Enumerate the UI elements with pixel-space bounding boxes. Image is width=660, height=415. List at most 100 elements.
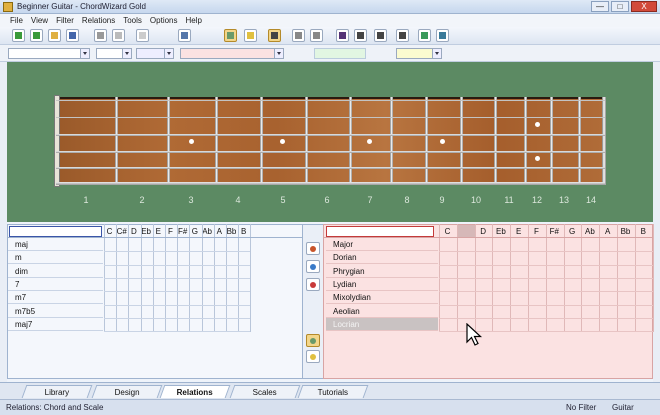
tab-library[interactable]: Library: [21, 385, 93, 398]
chord-type-item[interactable]: m7: [8, 291, 103, 305]
fret-wire: [524, 97, 527, 185]
chord-type-item[interactable]: m: [8, 251, 103, 265]
open-icon[interactable]: [48, 29, 61, 42]
scale-mode-item[interactable]: Lydian: [326, 278, 438, 291]
tab-notation-icon[interactable]: [354, 29, 367, 42]
tab-tutorials[interactable]: Tutorials: [297, 385, 369, 398]
scale-mode-item[interactable]: Mixolydian: [326, 291, 438, 305]
chord-search-input[interactable]: [9, 226, 102, 237]
zoom-in-icon[interactable]: [418, 29, 431, 42]
grid-line: [652, 224, 654, 332]
cut-icon[interactable]: [94, 29, 107, 42]
grid-line: [250, 224, 252, 332]
guitar-string[interactable]: [56, 167, 605, 170]
tab-scales[interactable]: Scales: [229, 385, 301, 398]
fret-number: 1: [83, 195, 89, 205]
scale-mode-item[interactable]: Dorian: [326, 251, 438, 265]
chord-type-item[interactable]: maj7: [8, 318, 103, 331]
key-select[interactable]: [8, 48, 90, 59]
menu-options[interactable]: Options: [150, 16, 178, 25]
score-icon[interactable]: [336, 29, 349, 42]
copy-icon[interactable]: [112, 29, 125, 42]
globe-red-icon[interactable]: [306, 278, 320, 291]
scale-mode-item[interactable]: Aeolian: [326, 305, 438, 318]
chord-type-item[interactable]: dim: [8, 265, 103, 278]
tab-relations[interactable]: Relations: [159, 385, 231, 398]
globe-blue-icon[interactable]: [306, 260, 320, 273]
fret-number: 8: [404, 195, 410, 205]
scale-mode-item[interactable]: Locrian: [326, 317, 438, 331]
grid-line: [104, 317, 251, 319]
inlay-dot: [280, 139, 285, 144]
guitar-string[interactable]: [56, 117, 605, 119]
fret-number: 9: [439, 195, 445, 205]
minimize-button[interactable]: —: [591, 1, 609, 12]
fret-wire: [215, 97, 218, 185]
inlay-dot: [440, 139, 445, 144]
new-icon[interactable]: [12, 29, 25, 42]
grid-line: [439, 317, 653, 319]
fretboard[interactable]: [58, 97, 604, 185]
tab-bar: Library Design Relations Scales Tutorial…: [0, 382, 660, 399]
root-select[interactable]: [96, 48, 132, 59]
list-view-icon[interactable]: [310, 29, 323, 42]
grid-line: [104, 291, 251, 293]
staff-icon[interactable]: [396, 29, 409, 42]
inlay-dot: [534, 156, 540, 161]
status-instrument: Guitar: [612, 403, 634, 412]
tuning-field[interactable]: [314, 48, 366, 59]
pencil-icon[interactable]: [178, 29, 191, 42]
menu-help[interactable]: Help: [186, 16, 202, 25]
grid-view-icon[interactable]: [292, 29, 305, 42]
menu-view[interactable]: View: [31, 16, 48, 25]
fret-number: 12: [531, 195, 542, 205]
guitar-string[interactable]: [56, 151, 605, 153]
close-button[interactable]: X: [631, 1, 657, 12]
save-icon[interactable]: [66, 29, 79, 42]
guitar-side-icon[interactable]: [306, 242, 320, 255]
guitar-string[interactable]: [56, 182, 605, 185]
chord-type-item[interactable]: m7b5: [8, 305, 103, 318]
grid-line: [104, 264, 251, 266]
chord-view-icon[interactable]: [244, 29, 257, 42]
note-icon[interactable]: [374, 29, 387, 42]
fretboard-view-icon[interactable]: [224, 29, 237, 42]
grid-line: [104, 277, 251, 279]
fret-wire: [349, 97, 352, 185]
menu-bar: File View Filter Relations Tools Options…: [0, 14, 660, 27]
scale-view-icon[interactable]: [306, 334, 320, 347]
fret-number: 10: [470, 195, 481, 205]
new-folder-icon[interactable]: [30, 29, 43, 42]
filter-icon[interactable]: [136, 29, 149, 42]
scale-mode-item[interactable]: Major: [326, 238, 438, 251]
grid-line: [104, 331, 251, 333]
guitar-icon[interactable]: [268, 29, 281, 42]
scale-search-input[interactable]: [326, 226, 434, 237]
menu-filter[interactable]: Filter: [56, 16, 74, 25]
menu-file[interactable]: File: [10, 16, 23, 25]
bulb-icon[interactable]: [306, 350, 320, 363]
zoom-out-icon[interactable]: [436, 29, 449, 42]
maximize-button[interactable]: □: [611, 1, 629, 12]
type-select[interactable]: [136, 48, 174, 59]
app-icon: [3, 2, 13, 12]
guitar-string[interactable]: [56, 134, 605, 136]
fret-wire: [390, 97, 393, 185]
scale-mode-item[interactable]: Phrygian: [326, 265, 438, 278]
chord-type-item[interactable]: 7: [8, 278, 103, 291]
status-filter: No Filter: [566, 403, 597, 412]
menu-tools[interactable]: Tools: [123, 16, 142, 25]
fret-number: 13: [558, 195, 569, 205]
guitar-string[interactable]: [56, 100, 605, 101]
tab-design[interactable]: Design: [91, 385, 163, 398]
chord-type-item[interactable]: maj: [8, 238, 103, 251]
capo-select[interactable]: [396, 48, 442, 59]
fret-wire: [578, 97, 581, 185]
menu-relations[interactable]: Relations: [82, 16, 115, 25]
fret-number: 7: [367, 195, 373, 205]
fret-number: 3: [188, 195, 194, 205]
fret-wire: [602, 97, 606, 185]
fret-wire: [305, 97, 308, 185]
scale-select[interactable]: [180, 48, 284, 59]
grid-line: [439, 264, 653, 266]
